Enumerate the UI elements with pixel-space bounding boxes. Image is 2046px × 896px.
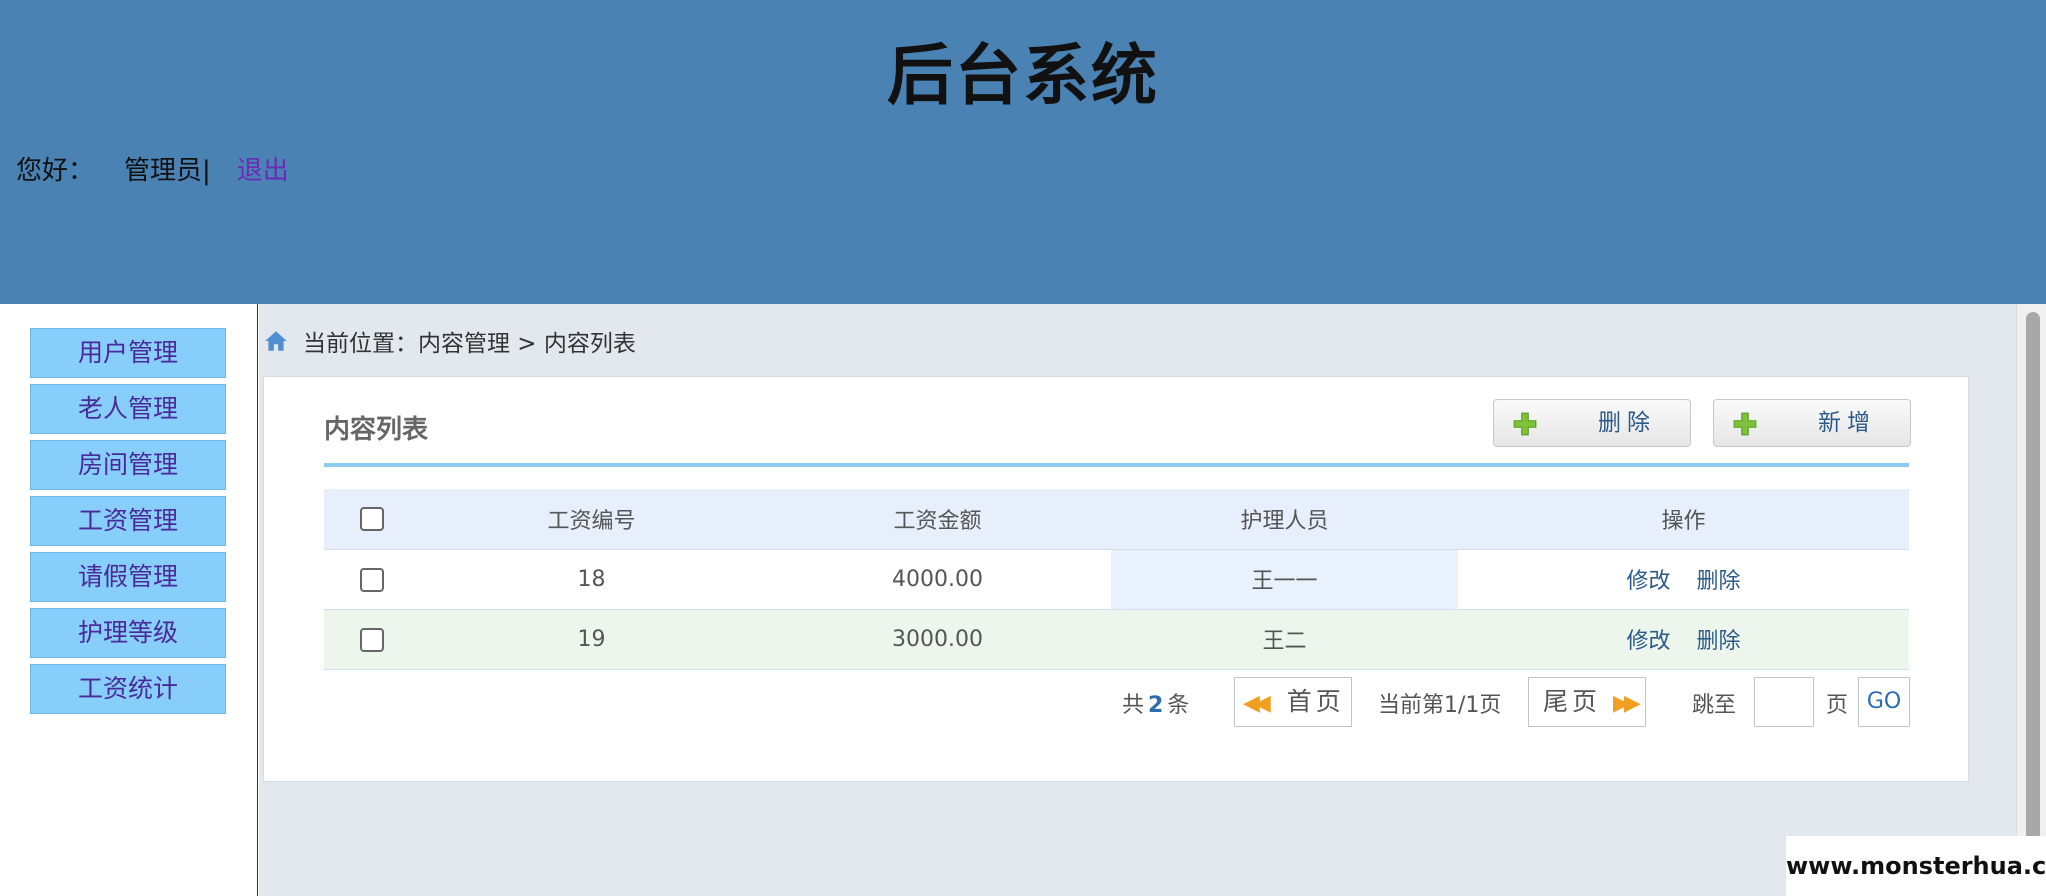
username: 管理员| — [124, 156, 211, 186]
total-suffix: 条 — [1167, 693, 1190, 718]
total-number: 2 — [1148, 693, 1164, 718]
sidebar-item-care-level[interactable]: 护理等级 — [30, 608, 226, 658]
double-arrow-right-icon: ▶▶ — [1612, 691, 1641, 716]
cell-nurse: 王一一 — [1111, 549, 1458, 610]
page-unit-label: 页 — [1826, 693, 1849, 718]
content-panel: 内容列表 删除 新增 工资编号 工资金额 护理人员 操作 18 4000.00 … — [263, 376, 1969, 782]
first-page-label: 首页 — [1286, 687, 1345, 716]
table-row: 19 3000.00 王二 修改 删除 — [324, 609, 1909, 670]
panel-title: 内容列表 — [324, 415, 429, 445]
vertical-scrollbar[interactable] — [2016, 304, 2046, 896]
cell-ops: 修改 删除 — [1458, 609, 1909, 670]
row-select-cell — [324, 609, 419, 670]
breadcrumb-text: 当前位置：内容管理 > 内容列表 — [303, 331, 636, 357]
main-content: 当前位置：内容管理 > 内容列表 内容列表 删除 新增 工资编号 工资金额 护理… — [259, 304, 2016, 896]
cell-amount: 4000.00 — [764, 549, 1111, 610]
logout-link[interactable]: 退出 — [237, 156, 289, 186]
select-all-checkbox[interactable] — [359, 507, 384, 532]
greeting-label: 您好： — [16, 156, 95, 186]
sidebar-item-salary[interactable]: 工资管理 — [30, 496, 226, 546]
cell-amount: 3000.00 — [764, 609, 1111, 670]
plus-icon — [1733, 412, 1757, 436]
salary-table: 工资编号 工资金额 护理人员 操作 18 4000.00 王一一 修改 删除 19… — [324, 489, 1909, 670]
delete-link[interactable]: 删除 — [1697, 569, 1741, 594]
sidebar-item-elderly[interactable]: 老人管理 — [30, 384, 226, 434]
sidebar-item-rooms[interactable]: 房间管理 — [30, 440, 226, 490]
sidebar: 用户管理 老人管理 房间管理 工资管理 请假管理 护理等级 工资统计 — [0, 304, 258, 896]
breadcrumb: 当前位置：内容管理 > 内容列表 — [263, 324, 636, 358]
header-bar: 后台系统 您好： 管理员| 退出 — [0, 0, 2046, 304]
last-page-label: 尾页 — [1543, 687, 1602, 716]
watermark: www.monsterhua.com — [1786, 836, 2046, 896]
double-arrow-left-icon: ◀◀ — [1243, 691, 1271, 716]
panel-divider — [324, 463, 1909, 467]
sidebar-item-leave[interactable]: 请假管理 — [30, 552, 226, 602]
add-button[interactable]: 新增 — [1713, 399, 1911, 447]
first-page-button[interactable]: ◀◀ 首页 — [1234, 677, 1352, 727]
cell-id: 18 — [419, 549, 764, 610]
sidebar-item-users[interactable]: 用户管理 — [30, 328, 226, 378]
cell-id: 19 — [419, 609, 764, 670]
plus-icon — [1513, 412, 1537, 436]
total-prefix: 共 — [1122, 693, 1145, 718]
go-button[interactable]: GO — [1858, 677, 1910, 727]
current-page-indicator: 当前第1/1页 — [1378, 693, 1502, 718]
delete-button-label: 删除 — [1598, 410, 1656, 436]
jump-label: 跳至 — [1692, 693, 1737, 718]
jump-page-input[interactable] — [1754, 677, 1814, 727]
row-checkbox[interactable] — [359, 627, 384, 652]
col-header-nurse: 护理人员 — [1111, 489, 1458, 550]
delete-button[interactable]: 删除 — [1493, 399, 1691, 447]
user-greeting: 您好： 管理员| 退出 — [16, 150, 289, 187]
add-button-label: 新增 — [1818, 410, 1876, 436]
cell-ops: 修改 删除 — [1458, 549, 1909, 610]
row-select-cell — [324, 549, 419, 610]
edit-link[interactable]: 修改 — [1626, 629, 1670, 654]
scroll-thumb[interactable] — [2026, 312, 2040, 842]
table-row: 18 4000.00 王一一 修改 删除 — [324, 549, 1909, 610]
col-header-ops: 操作 — [1458, 489, 1909, 550]
edit-link[interactable]: 修改 — [1626, 569, 1670, 594]
total-count: 共2条 — [1122, 687, 1189, 719]
col-header-id: 工资编号 — [419, 489, 764, 550]
last-page-button[interactable]: 尾页 ▶▶ — [1528, 677, 1646, 727]
sidebar-item-salary-stats[interactable]: 工资统计 — [30, 664, 226, 714]
row-checkbox[interactable] — [359, 567, 384, 592]
table-header-row: 工资编号 工资金额 护理人员 操作 — [324, 489, 1909, 550]
home-icon — [265, 331, 287, 351]
select-all-cell — [324, 489, 419, 550]
site-title: 后台系统 — [887, 37, 1159, 114]
col-header-amount: 工资金额 — [764, 489, 1111, 550]
delete-link[interactable]: 删除 — [1697, 629, 1741, 654]
cell-nurse: 王二 — [1111, 609, 1458, 670]
